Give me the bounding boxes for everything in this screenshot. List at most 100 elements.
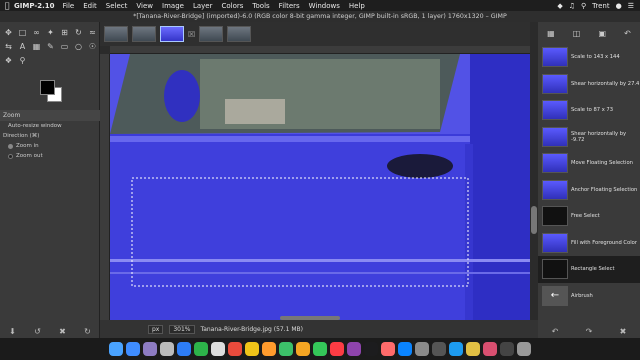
history-tab-icon[interactable]: ▦ — [547, 29, 555, 38]
close-tab-icon[interactable]: ☒ — [188, 30, 195, 39]
apple-icon[interactable]:  — [0, 1, 14, 10]
app-icon[interactable] — [483, 342, 497, 356]
history-item[interactable]: Anchor Floating Selection — [538, 177, 640, 204]
undo-icon[interactable]: ↶ — [552, 327, 559, 336]
rect-select-tool-icon[interactable]: □ — [16, 26, 29, 39]
app-icon[interactable] — [449, 342, 463, 356]
menu-select[interactable]: Select — [106, 2, 128, 10]
history-item[interactable]: Shear horizontally by 27.4 — [538, 71, 640, 98]
launchpad-icon[interactable] — [143, 342, 157, 356]
app-icon[interactable] — [466, 342, 480, 356]
flip-tool-icon[interactable]: ⇆ — [2, 40, 15, 53]
image-tab-4[interactable] — [199, 26, 224, 42]
undo-tab-icon[interactable]: ↶ — [624, 29, 631, 38]
menu-tools[interactable]: Tools — [252, 2, 269, 10]
rotate-tool-icon[interactable]: ↻ — [72, 26, 85, 39]
menu-file[interactable]: File — [63, 2, 75, 10]
app-icon[interactable] — [160, 342, 174, 356]
crop-tool-icon[interactable]: ⊞ — [58, 26, 71, 39]
menu-edit[interactable]: Edit — [83, 2, 97, 10]
system-preferences-icon[interactable] — [415, 342, 429, 356]
zoom-select[interactable]: 301% — [169, 324, 195, 334]
safari-icon[interactable] — [126, 342, 140, 356]
volume-icon[interactable]: ♫ — [569, 2, 575, 10]
downloads-icon[interactable] — [500, 342, 514, 356]
history-item[interactable]: Scale to 87 x 73 — [538, 97, 640, 124]
menu-filters[interactable]: Filters — [279, 2, 300, 10]
history-item[interactable]: Shear horizontally by -9.72 — [538, 124, 640, 151]
clone-tool-icon[interactable]: ○ — [72, 40, 85, 53]
zoom-out-radio[interactable]: Zoom out — [0, 151, 100, 161]
history-item-selected[interactable]: Rectangle Select — [538, 256, 640, 283]
reset-options-icon[interactable]: ↻ — [84, 327, 91, 336]
horizontal-ruler[interactable] — [110, 46, 530, 54]
menu-view[interactable]: View — [136, 2, 153, 10]
image-tab-1[interactable] — [104, 26, 128, 42]
color-swatches[interactable] — [38, 78, 66, 106]
eraser-tool-icon[interactable]: ▭ — [58, 40, 71, 53]
move-tool-icon[interactable]: ✥ — [2, 26, 15, 39]
history-item[interactable]: Scale to 143 x 144 — [538, 44, 640, 71]
mail-icon[interactable] — [177, 342, 191, 356]
paintbrush-tool-icon[interactable]: ✎ — [44, 40, 57, 53]
vertical-ruler[interactable] — [100, 54, 110, 320]
fuzzy-select-tool-icon[interactable]: ✦ — [44, 26, 57, 39]
dropbox-icon[interactable]: ◆ — [557, 2, 562, 10]
restore-options-icon[interactable]: ↺ — [34, 327, 41, 336]
menu-windows[interactable]: Windows — [309, 2, 340, 10]
photos-icon[interactable] — [296, 342, 310, 356]
vertical-scrollbar[interactable] — [530, 46, 538, 320]
user-name[interactable]: Trent — [592, 2, 609, 10]
history-item[interactable]: Fill with Foreground Color — [538, 230, 640, 257]
notes-icon[interactable] — [245, 342, 259, 356]
clear-history-icon[interactable]: ✖ — [620, 327, 627, 336]
zoom-tool-icon[interactable]: ⚲ — [16, 54, 29, 67]
notifications-icon[interactable]: ☰ — [628, 2, 634, 10]
maps-icon[interactable] — [279, 342, 293, 356]
facetime-icon[interactable] — [194, 342, 208, 356]
tv-icon[interactable] — [364, 342, 378, 356]
image-tab-2[interactable] — [132, 26, 156, 42]
app-menu[interactable]: GIMP-2.10 — [14, 2, 55, 10]
siri-icon[interactable]: ● — [616, 2, 622, 10]
vertical-scroll-thumb[interactable] — [531, 206, 537, 234]
menu-image[interactable]: Image — [162, 2, 184, 10]
path-tool-icon[interactable]: ❖ — [2, 54, 15, 67]
layers-tab-icon[interactable]: ◫ — [573, 29, 581, 38]
auto-resize-checkbox[interactable]: Auto-resize window — [0, 121, 100, 131]
messages-icon[interactable] — [313, 342, 327, 356]
lasso-tool-icon[interactable]: ∞ — [30, 26, 43, 39]
bucket-fill-tool-icon[interactable]: ▦ — [30, 40, 43, 53]
history-item[interactable]: ← Airbrush — [538, 283, 640, 310]
smudge-tool-icon[interactable]: ☉ — [86, 40, 99, 53]
delete-options-icon[interactable]: ✖ — [59, 327, 66, 336]
warp-tool-icon[interactable]: ≈ — [86, 26, 99, 39]
image-tab-active[interactable] — [160, 26, 184, 42]
podcasts-icon[interactable] — [347, 342, 361, 356]
news-icon[interactable] — [381, 342, 395, 356]
image-tab-5[interactable] — [227, 26, 252, 42]
app-store-icon[interactable] — [398, 342, 412, 356]
zoom-in-radio[interactable]: Zoom in — [0, 141, 100, 151]
trash-icon[interactable] — [517, 342, 531, 356]
history-bottom-bar: ↶ ↷ ✖ — [538, 324, 640, 338]
contacts-icon[interactable] — [211, 342, 225, 356]
unit-select[interactable]: px — [148, 324, 164, 334]
menu-layer[interactable]: Layer — [193, 2, 213, 10]
menu-colors[interactable]: Colors — [221, 2, 243, 10]
search-icon[interactable]: ⚲ — [581, 2, 586, 10]
redo-icon[interactable]: ↷ — [586, 327, 593, 336]
history-item[interactable]: Free Select — [538, 203, 640, 230]
history-item[interactable]: Move Floating Selection — [538, 150, 640, 177]
music-icon[interactable] — [330, 342, 344, 356]
calendar-icon[interactable] — [228, 342, 242, 356]
menu-help[interactable]: Help — [349, 2, 365, 10]
reminders-icon[interactable] — [262, 342, 276, 356]
text-tool-icon[interactable]: A — [16, 40, 29, 53]
channels-tab-icon[interactable]: ▣ — [598, 29, 606, 38]
image-canvas[interactable] — [110, 54, 530, 320]
finder-icon[interactable] — [109, 342, 123, 356]
foreground-color[interactable] — [40, 80, 55, 95]
save-options-icon[interactable]: ⬇ — [9, 327, 16, 336]
gimp-icon[interactable] — [432, 342, 446, 356]
